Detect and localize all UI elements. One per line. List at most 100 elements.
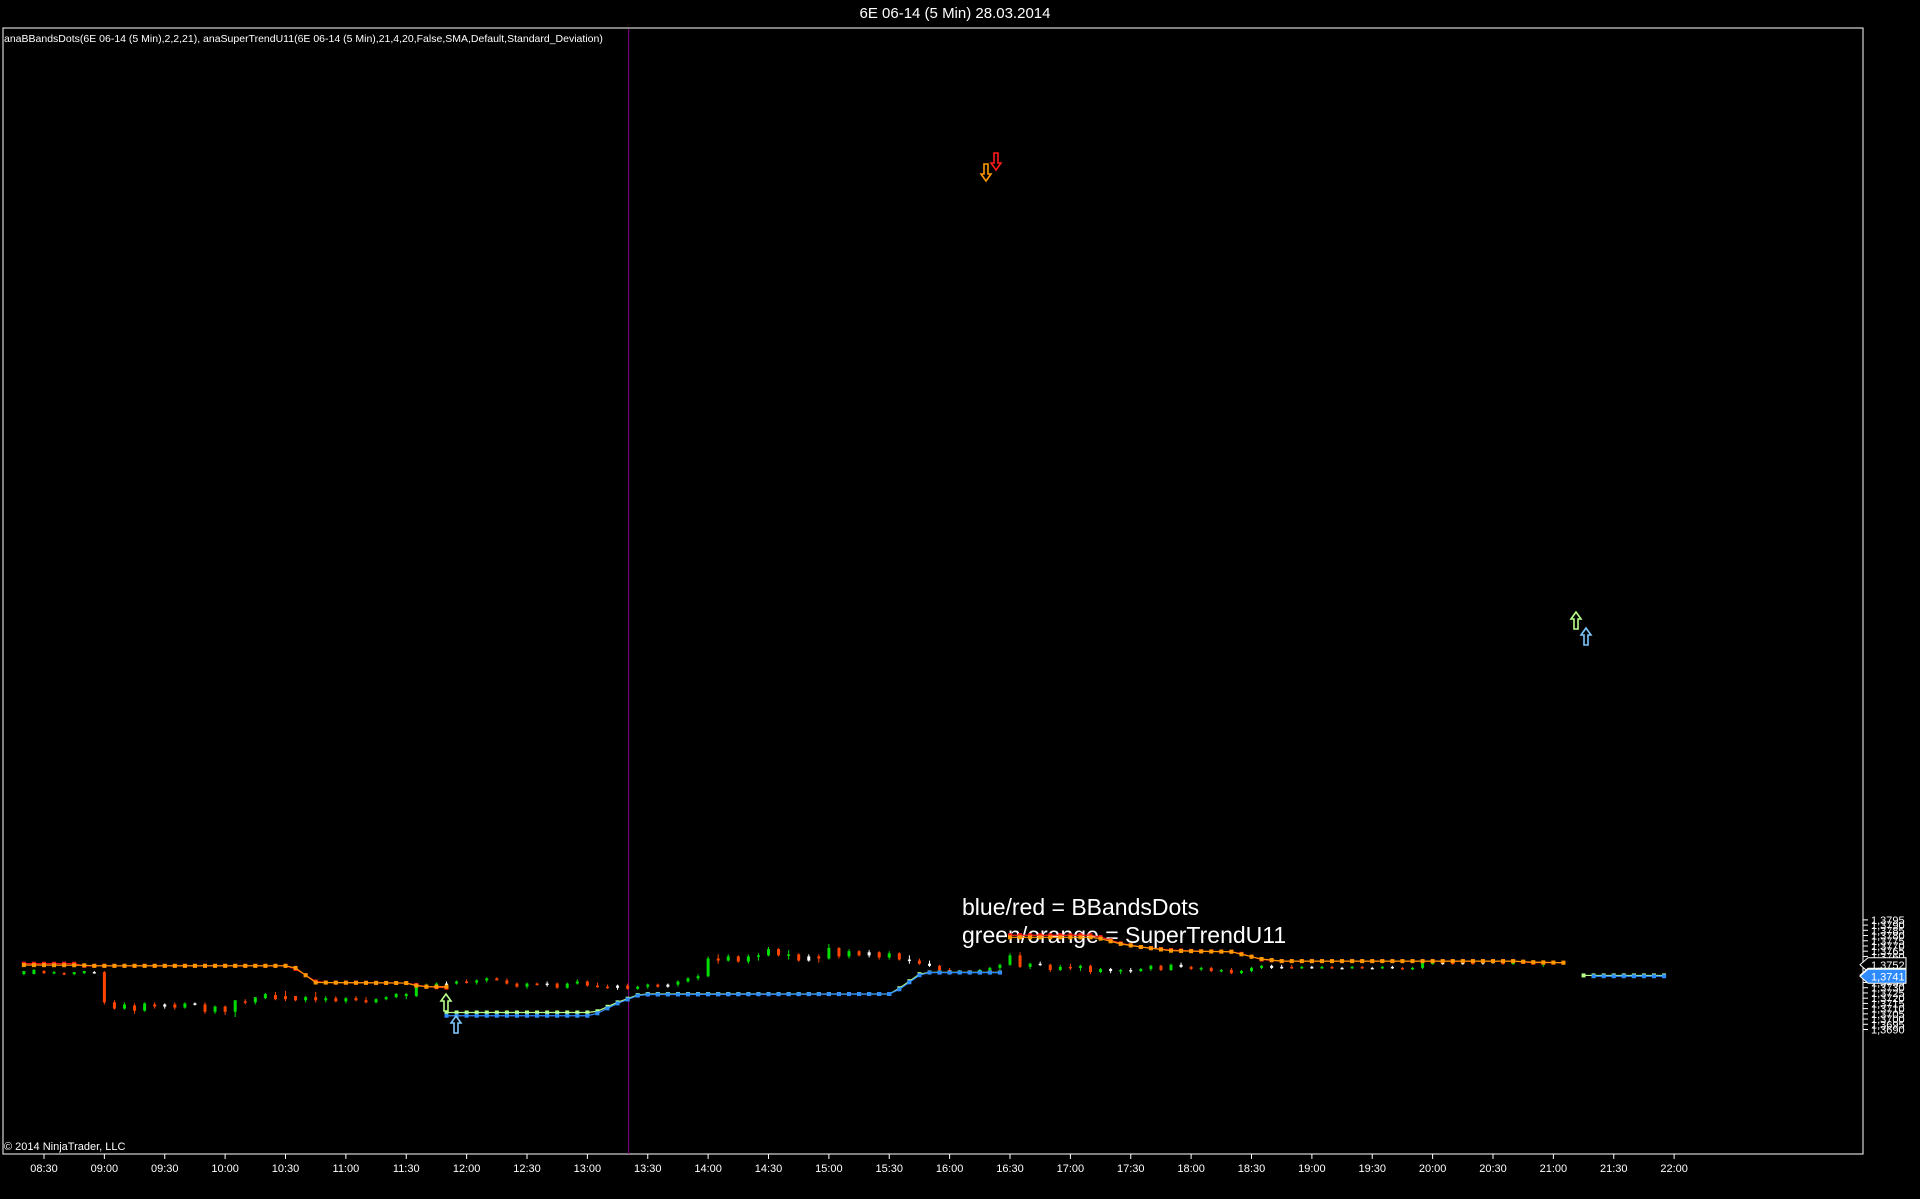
indicator-dot	[374, 980, 379, 985]
x-tick-label: 16:30	[996, 1163, 1024, 1175]
svg-text:1,3741: 1,3741	[1871, 971, 1905, 983]
candle-body	[1068, 966, 1072, 969]
indicator-dot	[1350, 959, 1355, 964]
x-tick-label: 21:00	[1540, 1163, 1568, 1175]
candle-body	[1229, 969, 1233, 974]
indicator-dot	[213, 963, 218, 968]
x-tick-label: 10:00	[211, 1163, 239, 1175]
indicator-dot	[1380, 959, 1385, 964]
indicator-dot	[525, 1013, 529, 1018]
indicator-dot	[615, 1001, 620, 1006]
indicator-dot	[1410, 959, 1415, 964]
indicator-dot	[1299, 959, 1304, 964]
indicator-dot	[826, 992, 831, 997]
indicator-dot	[1662, 974, 1667, 979]
candle-body	[394, 994, 398, 998]
candle-body	[354, 998, 358, 1001]
indicator-dot	[595, 1011, 600, 1016]
x-tick-label: 12:30	[513, 1163, 541, 1175]
indicator-dot	[72, 963, 77, 968]
price-chart[interactable]: 6E 06-14 (5 Min) 28.03.2014 anaBBandsDot…	[0, 0, 1920, 1199]
indicator-dot	[1078, 935, 1083, 940]
indicator-dot	[1259, 957, 1264, 962]
indicator-dot	[1611, 974, 1616, 979]
indicator-dot	[816, 992, 821, 997]
indicator-dot	[1420, 959, 1425, 964]
candle-body	[334, 998, 338, 1002]
price-markers: 1,37521,37421,3741	[1859, 957, 1907, 984]
indicator-dot	[1158, 947, 1163, 952]
candle-body	[1260, 965, 1264, 968]
candle-body	[1330, 966, 1334, 969]
indicator-dot	[967, 970, 972, 975]
candle-body	[404, 994, 408, 997]
x-tick-label: 17:30	[1117, 1163, 1145, 1175]
candle-body	[193, 1003, 197, 1005]
indicator-dot	[52, 963, 57, 968]
indicator-dot	[203, 963, 207, 968]
candle-body	[756, 955, 760, 957]
candle-body	[1421, 962, 1425, 968]
indicator-dot	[1491, 959, 1495, 964]
candle-body	[62, 973, 66, 975]
indicator-dot	[686, 992, 690, 997]
indicator-dot	[394, 980, 399, 985]
candle-body	[273, 995, 277, 1000]
candle-body	[1089, 965, 1092, 973]
indicator-dot	[223, 963, 228, 968]
candle-body	[52, 972, 56, 974]
indicator-dot	[1581, 973, 1586, 978]
indicator-dot	[464, 1013, 469, 1018]
candle-body	[525, 983, 529, 987]
x-tick-label: 12:00	[453, 1163, 481, 1175]
indicator-dot	[1319, 959, 1324, 964]
candle-body	[515, 983, 519, 987]
candle-body	[797, 954, 801, 961]
candle-body	[1340, 967, 1344, 970]
x-tick-label: 14:30	[755, 1163, 783, 1175]
indicator-dot	[726, 992, 731, 997]
candle-body	[263, 994, 267, 999]
candle-body	[676, 981, 680, 985]
indicator-dot	[484, 1013, 489, 1018]
indicator-dot	[1601, 974, 1606, 979]
indicator-dot	[243, 963, 248, 968]
candle-body	[545, 983, 549, 986]
indicator-dot	[1249, 954, 1254, 959]
indicator-dot	[1521, 959, 1526, 964]
candle-body	[917, 960, 921, 964]
candle-body	[294, 996, 298, 1001]
indicator-dot	[1088, 935, 1093, 940]
indicator-dot	[82, 963, 87, 968]
indicator-dot	[102, 963, 107, 968]
candle-body	[696, 976, 700, 979]
indicator-dot	[766, 992, 771, 997]
candle	[706, 956, 710, 978]
candle-body	[213, 1006, 217, 1012]
candle-body	[374, 999, 378, 1003]
indicator-dot	[1048, 935, 1053, 940]
indicator-dot	[987, 970, 992, 975]
indicator-dot	[675, 992, 680, 997]
indicator-dot	[21, 963, 26, 968]
indicator-dot	[1148, 946, 1153, 951]
indicator-dot	[555, 1013, 560, 1018]
indicator-dot	[1591, 974, 1596, 979]
indicator-dot	[1068, 935, 1073, 940]
indicator-dot	[806, 992, 811, 997]
indicator-dot	[273, 963, 278, 968]
indicator-dot	[283, 963, 288, 968]
indicator-dot	[957, 970, 962, 975]
x-tick-label: 22:00	[1660, 1163, 1688, 1175]
chart-background	[0, 0, 1920, 1199]
indicator-dot	[31, 963, 36, 968]
x-tick-label: 18:00	[1177, 1163, 1205, 1175]
bbands-price-marker: 1,3741	[1859, 968, 1907, 984]
x-tick-label: 10:30	[272, 1163, 300, 1175]
indicator-dot	[1480, 959, 1485, 964]
candle-body	[72, 972, 76, 975]
candle-body	[22, 971, 26, 975]
candle	[777, 948, 781, 957]
x-tick-label: 14:00	[694, 1163, 722, 1175]
indicator-dot	[836, 992, 841, 997]
